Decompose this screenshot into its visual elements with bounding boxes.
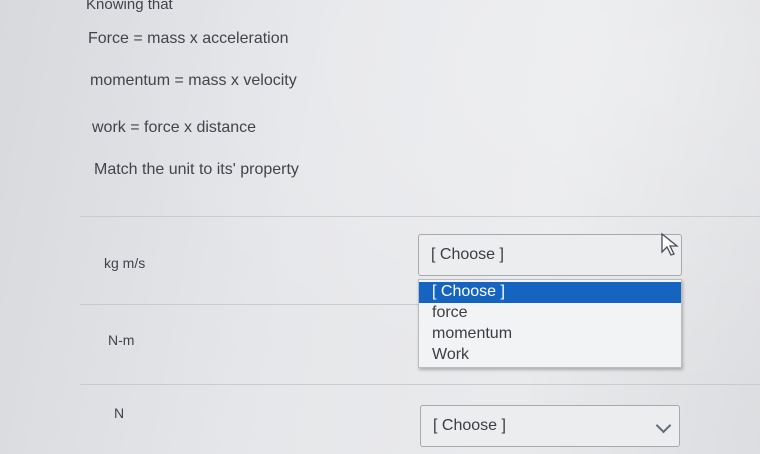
property-dropdown-list[interactable]: [ Choose ] force momentum Work (418, 279, 682, 368)
unit-label-n-m: N-m (108, 332, 135, 348)
dropdown-option-label: momentum (432, 325, 513, 342)
select-value: [ Choose ] (433, 417, 506, 434)
property-select-n[interactable]: [ Choose ] (420, 405, 680, 447)
formula-work: work = force x distance (92, 119, 257, 136)
dropdown-option-label: [ Choose ] (432, 283, 505, 300)
dropdown-option-label: Work (432, 346, 470, 363)
formula-momentum: momentum = mass x velocity (90, 72, 297, 89)
dropdown-option-label: force (432, 304, 468, 321)
dropdown-option-work[interactable]: Work (419, 345, 681, 366)
dropdown-option-choose[interactable]: [ Choose ] (419, 282, 681, 303)
lighting-overlay (0, 0, 760, 454)
property-select-kg-m-s[interactable]: [ Choose ] (418, 234, 682, 276)
divider-top (80, 216, 760, 217)
select-value: [ Choose ] (431, 246, 504, 263)
mouse-pointer-icon (661, 232, 679, 256)
unit-label-n: N (114, 405, 125, 421)
dropdown-option-force[interactable]: force (419, 303, 681, 324)
dropdown-option-momentum[interactable]: momentum (419, 324, 681, 345)
divider-row2 (80, 384, 760, 385)
instruction-text: Match the unit to its' property (94, 161, 299, 178)
unit-label-kg-m-s: kg m/s (104, 255, 146, 271)
divider-row1 (80, 304, 420, 305)
intro-text: Knowing that (86, 0, 173, 13)
formula-force: Force = mass x acceleration (88, 30, 289, 47)
chevron-down-icon (655, 417, 672, 434)
